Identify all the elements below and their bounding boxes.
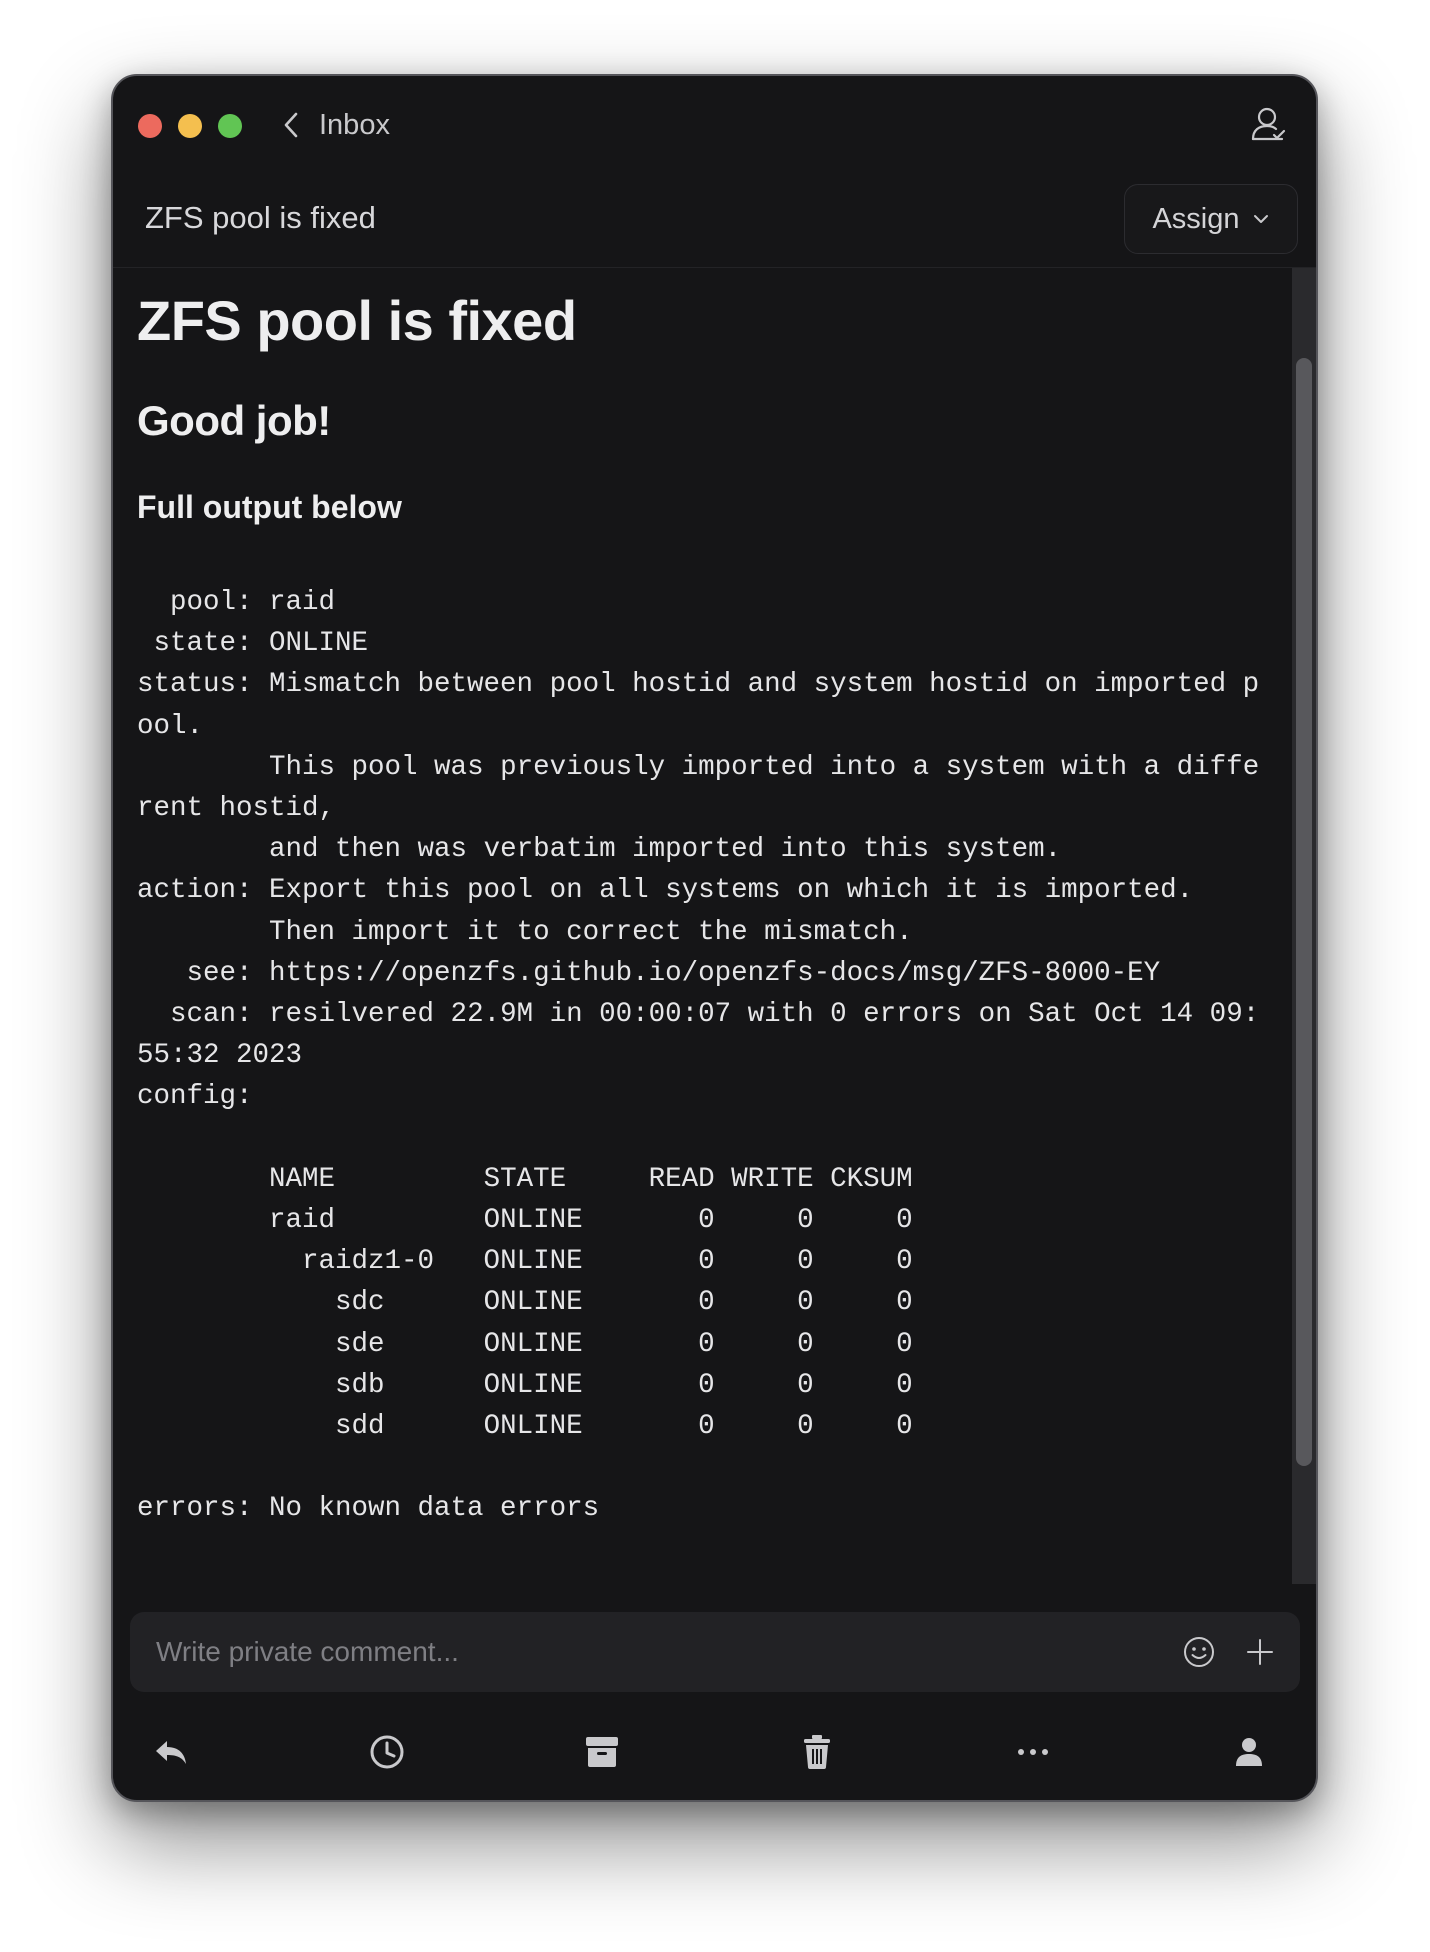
person-icon[interactable] xyxy=(1229,1732,1269,1772)
assign-label: Assign xyxy=(1152,202,1240,235)
reply-icon[interactable] xyxy=(151,1732,191,1772)
zoom-window-button[interactable] xyxy=(218,114,242,138)
back-to-inbox-button[interactable]: Inbox xyxy=(281,100,390,150)
title-bar: Inbox xyxy=(113,76,1316,172)
message-heading-2: Good job! xyxy=(137,397,331,444)
smiley-icon[interactable] xyxy=(1181,1634,1217,1670)
app-window: Inbox ZFS pool is fixed Assign ZFS pool … xyxy=(111,74,1318,1802)
close-window-button[interactable] xyxy=(138,114,162,138)
chevron-down-icon xyxy=(1253,215,1268,223)
comment-composer xyxy=(130,1612,1300,1692)
scrollbar-thumb[interactable] xyxy=(1296,358,1312,1466)
user-check-icon[interactable] xyxy=(1248,104,1288,144)
message-heading-3: Full output below xyxy=(137,489,402,525)
conversation-title: ZFS pool is fixed xyxy=(145,200,376,235)
plus-icon[interactable] xyxy=(1242,1634,1278,1670)
minimize-window-button[interactable] xyxy=(178,114,202,138)
message-heading-1: ZFS pool is fixed xyxy=(137,289,577,352)
action-toolbar xyxy=(113,1706,1316,1800)
message-body: ZFS pool is fixed Good job! Full output … xyxy=(113,268,1297,1584)
back-label: Inbox xyxy=(319,108,390,141)
assign-dropdown[interactable]: Assign xyxy=(1124,184,1298,254)
archive-icon[interactable] xyxy=(582,1732,622,1772)
private-comment-input[interactable] xyxy=(156,1612,1116,1692)
chevron-left-icon xyxy=(284,112,298,138)
trash-icon[interactable] xyxy=(797,1732,837,1772)
ellipsis-icon[interactable] xyxy=(1013,1732,1053,1772)
zfs-status-output: pool: raid state: ONLINE status: Mismatc… xyxy=(137,587,1260,1525)
clock-icon[interactable] xyxy=(367,1732,407,1772)
